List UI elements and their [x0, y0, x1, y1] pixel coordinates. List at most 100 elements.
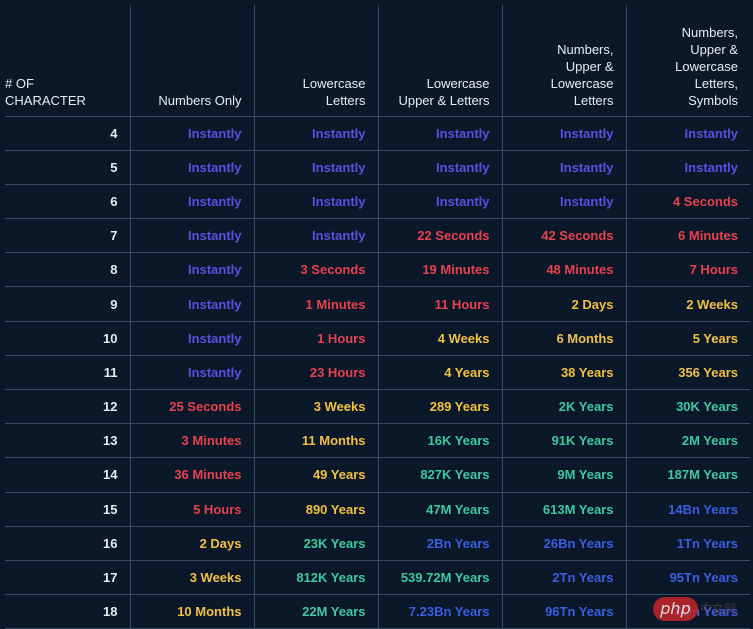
- crack-time-cell: 827K Years: [377, 457, 502, 493]
- crack-time-cell: Instantly: [377, 183, 502, 219]
- crack-time-cell: Instantly: [129, 218, 254, 253]
- crack-time-cell: 2 Days: [129, 525, 254, 561]
- header-line: CHARACTER: [5, 92, 86, 108]
- char-count-cell: 10: [5, 320, 130, 356]
- crack-time-cell: 14Bn Years: [625, 491, 750, 527]
- crack-time-cell: 289 Years: [377, 388, 502, 424]
- crack-time-cell: 2 Days: [501, 286, 626, 322]
- table-row: 12 25 Seconds 3 Weeks 289 Years 2K Years 30K …: [5, 388, 750, 424]
- char-count-cell: 4: [5, 115, 130, 151]
- table-row: 9 Instantly 1 Minutes 11 Hours 2 Days 2 Weeks: [5, 286, 750, 322]
- header-line: # OF: [5, 75, 34, 91]
- crack-time-cell: Instantly: [129, 149, 254, 185]
- table-row: 7 Instantly Instantly 22 Seconds 42 Seconds 6…: [5, 218, 750, 253]
- char-count-cell: 18: [5, 594, 130, 629]
- table-row: 4 Instantly Instantly Instantly Instantly Ins…: [5, 115, 750, 151]
- crack-time-cell: 1Tn Years: [625, 525, 750, 561]
- crack-time-cell: 812K Years: [253, 559, 378, 595]
- header-line: Lowercase: [426, 75, 490, 91]
- crack-time-cell: 539.72M Years: [377, 559, 502, 595]
- crack-time-cell: Instantly: [377, 115, 502, 151]
- crack-time-cell: 22M Years: [253, 594, 378, 629]
- crack-time-cell: 1 Hours: [253, 320, 378, 356]
- char-count-cell: 9: [5, 286, 130, 322]
- header-line: Upper &: [565, 58, 614, 74]
- crack-time-cell: 38 Years: [501, 354, 626, 390]
- crack-time-cell: Instantly: [501, 183, 626, 219]
- crack-time-cell: 2Bn Years: [377, 525, 502, 561]
- crack-time-cell: 6 Minutes: [625, 218, 750, 253]
- header-lowercase: Lowercase Letters: [253, 5, 378, 116]
- crack-time-cell: 3 Seconds: [253, 252, 378, 287]
- crack-time-cell: 22 Seconds: [377, 218, 502, 253]
- crack-time-cell: 7 Hours: [625, 252, 750, 287]
- crack-time-cell: 91K Years: [501, 423, 626, 458]
- char-count-cell: 16: [5, 525, 130, 561]
- header-upper-lower: Lowercase Upper & Letters: [377, 5, 502, 116]
- crack-time-cell: 36 Minutes: [129, 457, 254, 493]
- crack-time-cell: 5 Hours: [129, 491, 254, 527]
- crack-time-cell: 613M Years: [501, 491, 626, 527]
- header-numbers-only: Numbers Only: [129, 5, 254, 116]
- header-line: Lowercase: [302, 75, 366, 91]
- header-line: Numbers,: [557, 41, 614, 57]
- crack-time-cell: 10 Months: [129, 594, 254, 629]
- crack-time-cell: 9M Years: [501, 457, 626, 493]
- crack-time-cell: Instantly: [625, 149, 750, 185]
- crack-time-cell: 19 Minutes: [377, 252, 502, 287]
- header-char-count: # OF CHARACTER: [5, 5, 130, 116]
- crack-time-cell: 7.23Bn Years: [377, 594, 502, 629]
- char-count-cell: 8: [5, 252, 130, 287]
- header-line: Letters: [325, 92, 366, 108]
- crack-time-cell: 3 Minutes: [129, 423, 254, 458]
- crack-time-cell: Instantly: [253, 218, 378, 253]
- table-row: 10 Instantly 1 Hours 4 Weeks 6 Months 5 Years: [5, 320, 750, 356]
- crack-time-cell: Instantly: [501, 149, 626, 185]
- crack-time-cell: 5 Years: [625, 320, 750, 356]
- crack-time-cell: 11 Months: [253, 423, 378, 458]
- char-count-cell: 12: [5, 388, 130, 424]
- crack-time-cell: 16K Years: [377, 423, 502, 458]
- char-count-cell: 5: [5, 149, 130, 185]
- char-count-cell: 17: [5, 559, 130, 595]
- crack-time-cell: 356 Years: [625, 354, 750, 390]
- table-row: 15 5 Hours 890 Years 47M Years 613M Years 14B…: [5, 491, 750, 527]
- password-crack-time-table-container: # OF CHARACTER Numbers Only Lowercase Letter…: [5, 5, 750, 629]
- php-watermark-logo: php: [653, 597, 698, 621]
- header-numbers-upper-lower: Numbers, Upper & Lowercase Letters: [501, 5, 626, 116]
- crack-time-cell: Instantly: [501, 115, 626, 151]
- header-line: Numbers Only: [158, 92, 242, 108]
- table-row: 17 3 Weeks 812K Years 539.72M Years 2Tn Year…: [5, 559, 750, 595]
- crack-time-cell: 2K Years: [501, 388, 626, 424]
- crack-time-cell: 890 Years: [253, 491, 378, 527]
- char-count-cell: 11: [5, 354, 130, 390]
- header-line: Numbers,: [681, 24, 738, 40]
- crack-time-cell: 42 Seconds: [501, 218, 626, 253]
- char-count-cell: 6: [5, 183, 130, 219]
- header-row: # OF CHARACTER Numbers Only Lowercase Letter…: [5, 5, 750, 116]
- char-count-cell: 15: [5, 491, 130, 527]
- header-line: Lowercase: [675, 58, 738, 74]
- crack-time-cell: 47M Years: [377, 491, 502, 527]
- password-crack-time-table: # OF CHARACTER Numbers Only Lowercase Letter…: [5, 5, 750, 629]
- char-count-cell: 13: [5, 423, 130, 458]
- crack-time-cell: 6 Months: [501, 320, 626, 356]
- crack-time-cell: 48 Minutes: [501, 252, 626, 287]
- crack-time-cell: 4 Weeks: [377, 320, 502, 356]
- crack-time-cell: 26Bn Years: [501, 525, 626, 561]
- crack-time-cell: 3 Weeks: [253, 388, 378, 424]
- table-row: 8 Instantly 3 Seconds 19 Minutes 48 Minutes 7…: [5, 252, 750, 287]
- table-row: 13 3 Minutes 11 Months 16K Years 91K Years 2M…: [5, 423, 750, 458]
- crack-time-cell: Instantly: [253, 149, 378, 185]
- crack-time-cell: 49 Years: [253, 457, 378, 493]
- table-row: 18 10 Months 22M Years 7.23Bn Years 96Tn Yea…: [5, 594, 750, 629]
- crack-time-cell: 95Tn Years: [625, 559, 750, 595]
- table-row: 6 Instantly Instantly Instantly Instantly 4 S…: [5, 183, 750, 219]
- crack-time-cell: 23 Hours: [253, 354, 378, 390]
- crack-time-cell: Instantly: [129, 320, 254, 356]
- crack-time-cell: 4 Seconds: [625, 183, 750, 219]
- php-watermark-text: 中文网: [700, 602, 737, 616]
- crack-time-cell: 30K Years: [625, 388, 750, 424]
- header-all-symbols: Numbers, Upper & Lowercase Letters, Symbols: [625, 5, 750, 116]
- crack-time-cell: Instantly: [625, 115, 750, 151]
